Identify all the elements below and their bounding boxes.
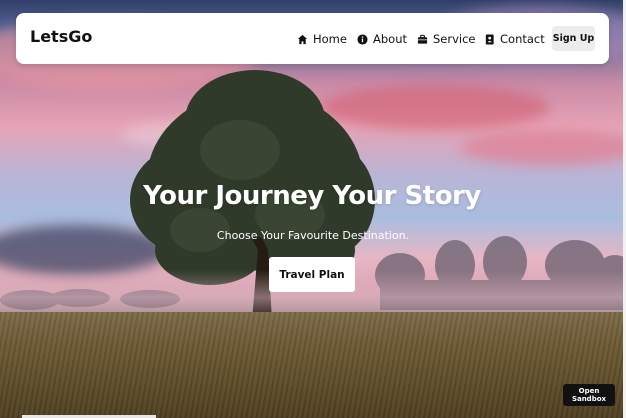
nav-about-label: About (373, 32, 408, 46)
nav-service-label: Service (433, 32, 476, 46)
sign-up-button[interactable]: Sign Up (552, 26, 595, 51)
nav-service[interactable]: Service (417, 30, 476, 48)
hero-subtitle: Choose Your Favourite Destination. (216, 229, 410, 242)
info-icon (357, 33, 368, 45)
contact-book-icon (485, 33, 494, 45)
brand-logo[interactable]: LetsGo (30, 27, 92, 46)
nav-contact[interactable]: Contact (484, 30, 545, 48)
home-icon (297, 34, 308, 44)
briefcase-icon (417, 34, 428, 44)
nav-contact-label: Contact (500, 32, 545, 46)
travel-plan-button[interactable]: Travel Plan (269, 257, 355, 292)
navbar: LetsGo Home About Service Contact Sign U… (16, 13, 609, 64)
open-sandbox-button[interactable]: Open Sandbox (563, 384, 615, 406)
nav-home-label: Home (313, 32, 347, 46)
nav-about[interactable]: About (357, 30, 407, 48)
wheat-field (0, 312, 626, 418)
hero-title: Your Journey Your Story (143, 181, 481, 211)
nav-home[interactable]: Home (297, 30, 347, 48)
